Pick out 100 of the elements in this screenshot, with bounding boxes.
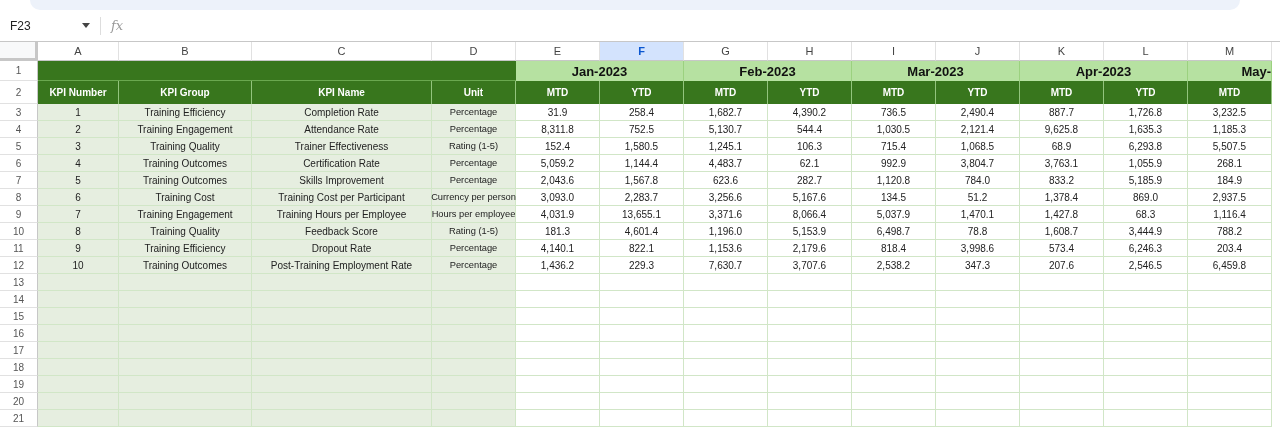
table-cell: Training Quality xyxy=(119,223,252,240)
table-cell: 544.4 xyxy=(768,121,852,138)
table-cell: 9,625.8 xyxy=(1020,121,1104,138)
table-cell: Post-Training Employment Rate xyxy=(252,257,432,274)
row-number[interactable]: 2 xyxy=(0,81,38,104)
table-cell: Hours per employee xyxy=(432,206,516,223)
table-cell: Percentage xyxy=(432,104,516,121)
table-cell: 623.6 xyxy=(684,172,768,189)
column-header[interactable]: I xyxy=(852,42,936,61)
column-header[interactable]: C xyxy=(252,42,432,61)
row-number[interactable]: 19 xyxy=(0,376,38,393)
table-cell: Percentage xyxy=(432,257,516,274)
table-cell: 4,483.7 xyxy=(684,155,768,172)
column-header[interactable]: L xyxy=(1104,42,1188,61)
row-number[interactable]: 13 xyxy=(0,274,38,291)
row-number[interactable]: 11 xyxy=(0,240,38,257)
table-cell: 4,031.9 xyxy=(516,206,600,223)
header-cell: KPI Group xyxy=(119,81,252,104)
table-cell: 573.4 xyxy=(1020,240,1104,257)
table-cell: 752.5 xyxy=(600,121,684,138)
dropdown-icon xyxy=(82,23,90,28)
name-box[interactable]: F23 xyxy=(0,16,101,35)
table-cell: 9 xyxy=(38,240,119,257)
table-cell: 207.6 xyxy=(1020,257,1104,274)
row-number[interactable]: 15 xyxy=(0,308,38,325)
table-cell: 8,066.4 xyxy=(768,206,852,223)
table-cell: Training Engagement xyxy=(119,206,252,223)
row-number[interactable]: 18 xyxy=(0,359,38,376)
header-cell: MTD xyxy=(1020,81,1104,104)
header-cell: YTD xyxy=(768,81,852,104)
table-cell: 2,121.4 xyxy=(936,121,1020,138)
row-number[interactable]: 21 xyxy=(0,410,38,427)
table-cell: Training Hours per Employee xyxy=(252,206,432,223)
column-header[interactable]: J xyxy=(936,42,1020,61)
column-header[interactable]: F xyxy=(600,42,684,61)
column-header[interactable]: A xyxy=(38,42,119,61)
table-cell: 1,635.3 xyxy=(1104,121,1188,138)
column-header[interactable]: D xyxy=(432,42,516,61)
column-header[interactable]: M xyxy=(1188,42,1272,61)
table-cell: 31.9 xyxy=(516,104,600,121)
table-cell: 818.4 xyxy=(852,240,936,257)
row-number[interactable]: 16 xyxy=(0,325,38,342)
table-cell: 833.2 xyxy=(1020,172,1104,189)
table-cell: Training Efficiency xyxy=(119,240,252,257)
row-number[interactable]: 12 xyxy=(0,257,38,274)
table-cell: Attendance Rate xyxy=(252,121,432,138)
table-cell: 3,998.6 xyxy=(936,240,1020,257)
table-cell: Training Cost per Participant xyxy=(252,189,432,206)
header-cell: YTD xyxy=(600,81,684,104)
table-cell: Training Cost xyxy=(119,189,252,206)
table-cell: 68.9 xyxy=(1020,138,1104,155)
row-number[interactable]: 5 xyxy=(0,138,38,155)
month-header: Jan-2023 xyxy=(516,61,684,81)
row-number[interactable]: 1 xyxy=(0,61,38,81)
row-number[interactable]: 8 xyxy=(0,189,38,206)
table-cell: 3,444.9 xyxy=(1104,223,1188,240)
header-cell: MTD xyxy=(516,81,600,104)
column-header[interactable]: B xyxy=(119,42,252,61)
table-cell: 6,246.3 xyxy=(1104,240,1188,257)
table-cell: 8 xyxy=(38,223,119,240)
table-cell: 2,538.2 xyxy=(852,257,936,274)
table-cell: Rating (1-5) xyxy=(432,223,516,240)
table-cell: Percentage xyxy=(432,121,516,138)
table-cell: 7 xyxy=(38,206,119,223)
month-header: Feb-2023 xyxy=(684,61,852,81)
row-number[interactable]: 14 xyxy=(0,291,38,308)
table-cell: 5,059.2 xyxy=(516,155,600,172)
select-all-corner[interactable] xyxy=(0,42,38,61)
table-cell: 5,167.6 xyxy=(768,189,852,206)
table-cell: 1,608.7 xyxy=(1020,223,1104,240)
table-cell: 1,030.5 xyxy=(852,121,936,138)
row-number[interactable]: 7 xyxy=(0,172,38,189)
row-number[interactable]: 17 xyxy=(0,342,38,359)
table-cell: 3,804.7 xyxy=(936,155,1020,172)
table-cell: 736.5 xyxy=(852,104,936,121)
table-cell: 1,427.8 xyxy=(1020,206,1104,223)
table-cell: Skills Improvement xyxy=(252,172,432,189)
row-number[interactable]: 20 xyxy=(0,393,38,410)
table-cell: 68.3 xyxy=(1104,206,1188,223)
header-cell: Unit xyxy=(432,81,516,104)
table-cell: 6,498.7 xyxy=(852,223,936,240)
table-cell: Percentage xyxy=(432,240,516,257)
header-cell: YTD xyxy=(1104,81,1188,104)
table-cell: Percentage xyxy=(432,155,516,172)
column-header[interactable]: K xyxy=(1020,42,1104,61)
table-cell: 3,093.0 xyxy=(516,189,600,206)
table-cell: 152.4 xyxy=(516,138,600,155)
month-header: May- xyxy=(1188,61,1272,81)
row-number[interactable]: 10 xyxy=(0,223,38,240)
column-header[interactable]: G xyxy=(684,42,768,61)
column-header[interactable]: H xyxy=(768,42,852,61)
row-number[interactable]: 6 xyxy=(0,155,38,172)
table-cell: 4 xyxy=(38,155,119,172)
table-cell: 5,130.7 xyxy=(684,121,768,138)
table-cell: 1,567.8 xyxy=(600,172,684,189)
table-cell: 1,245.1 xyxy=(684,138,768,155)
column-header[interactable]: E xyxy=(516,42,600,61)
row-number[interactable]: 9 xyxy=(0,206,38,223)
row-number[interactable]: 4 xyxy=(0,121,38,138)
row-number[interactable]: 3 xyxy=(0,104,38,121)
